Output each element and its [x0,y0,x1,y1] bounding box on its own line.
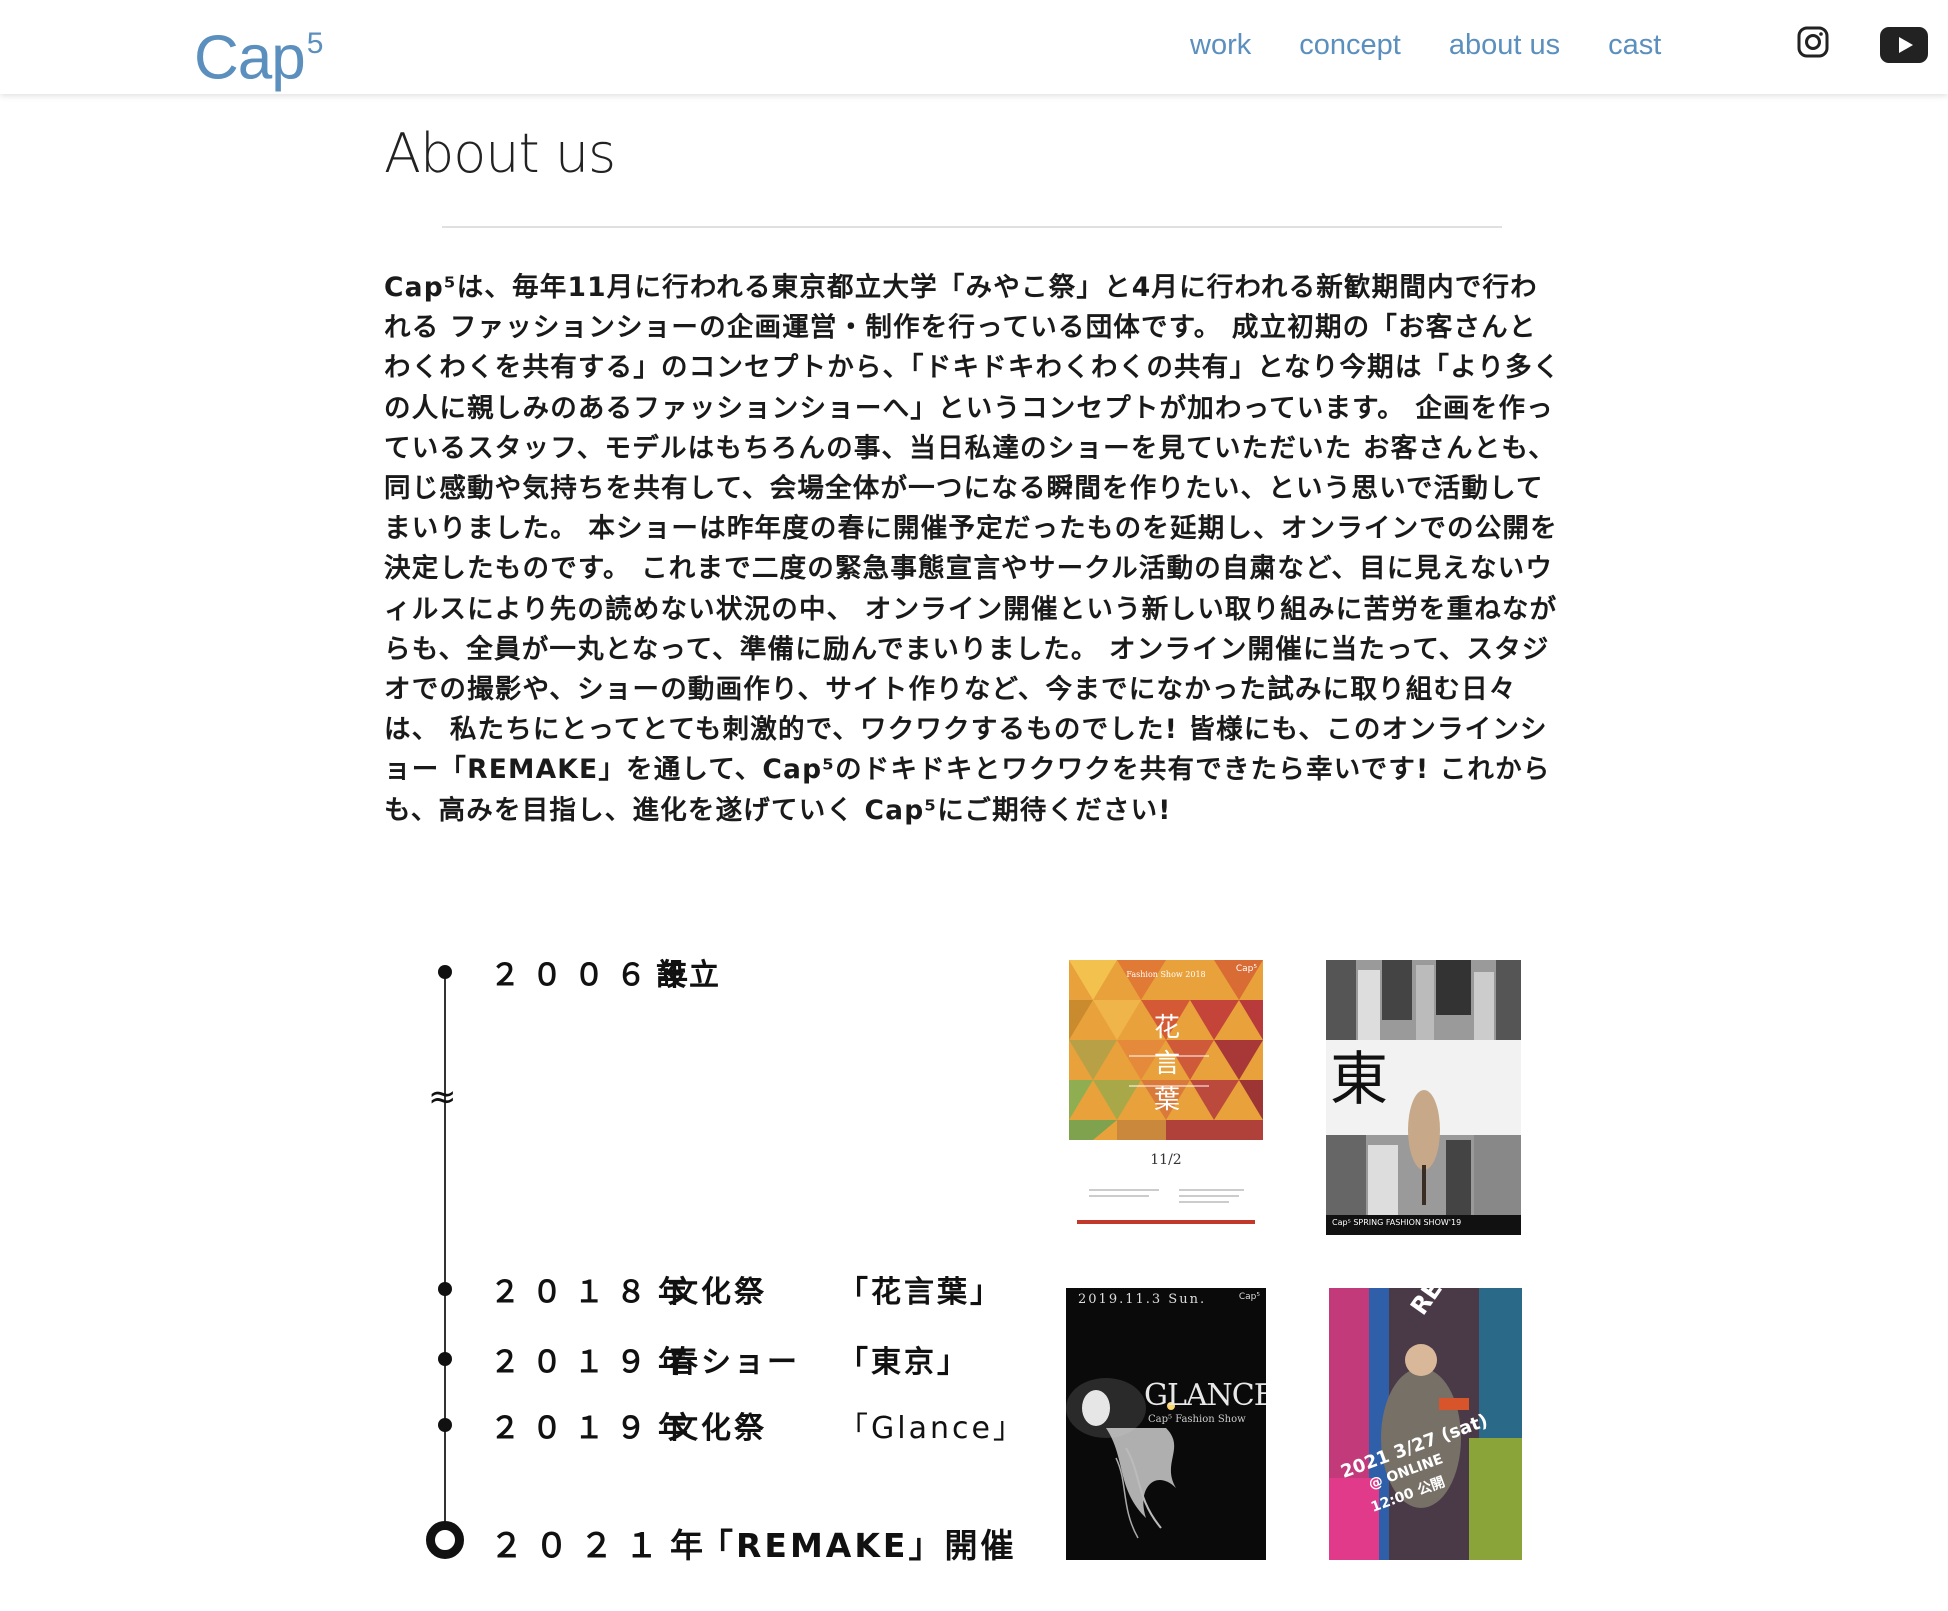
poster-caption: Cap⁵ Fashion Show [1148,1414,1246,1425]
poster-logo: Cap⁵ [1235,964,1257,974]
poster-title: 東 京 [1330,1045,1521,1113]
timeline-event: 設立 [656,958,722,993]
nav-work[interactable]: work [1190,26,1251,64]
youtube-icon[interactable] [1880,27,1928,63]
about-intro-text: Cap⁵は、毎年11月に行われる東京都立大学「みやこ祭」と4月に行われる新歓期間… [384,272,1561,826]
poster-glance[interactable]: 2019.11.3 Sun. Cap⁵ GLANCE Cap⁵ Fashion … [1066,1288,1266,1560]
site-header: Cap5 work concept about us cast [0,0,1948,94]
timeline-line [444,972,446,1538]
poster-date: 2019.11.3 Sun. [1078,1292,1207,1307]
nav-cast[interactable]: cast [1608,26,1661,64]
nav-about-us[interactable]: about us [1449,26,1560,64]
timeline-show-title: 「Glance」 [838,1411,1026,1446]
timeline-dot [438,1282,452,1296]
nav-concept[interactable]: concept [1299,26,1401,64]
logo-superscript: 5 [306,27,324,60]
timeline-dot [438,965,452,979]
main-nav: work concept about us cast [1190,26,1661,64]
poster-date: 11/2 [1150,1152,1182,1168]
timeline-event: 「REMAKE」開催 [700,1526,1017,1565]
logo-text: Cap [194,23,306,93]
poster-logo: Cap⁵ [1238,1292,1260,1302]
poster-tokyo[interactable]: 東 京 Cap⁵ SPRING FASHION SHOW'19 [1326,960,1521,1235]
timeline-current-marker [426,1521,464,1559]
site-logo[interactable]: Cap5 [194,10,324,97]
instagram-icon[interactable] [1797,26,1829,58]
poster-hanakotoba[interactable]: Fashion Show 2018 Cap⁵ 花 言 葉 11/2 [1069,960,1263,1228]
timeline-event: 春ショー [668,1345,800,1380]
poster-caption: Cap⁵ SPRING FASHION SHOW'19 [1332,1218,1462,1227]
timeline-gap-symbol: ≈ [428,1077,457,1117]
timeline-dot [438,1352,452,1366]
poster-remake[interactable]: REMAKE 2021 3/27 (sat) @ ONLINE 12:00 公開 [1329,1288,1522,1560]
timeline-dot [438,1418,452,1432]
timeline-event: 文化祭 [668,1411,767,1446]
poster-title: 花 言 葉 [1153,1013,1180,1115]
timeline-show-title: 「花言葉」 [838,1275,1003,1310]
poster-title: GLANCE [1144,1378,1266,1413]
timeline-event: 文化祭 [668,1275,767,1310]
timeline-year: ２０２１年 [490,1526,715,1565]
poster-caption: Fashion Show 2018 [1126,970,1206,979]
title-divider [442,226,1502,228]
timeline-show-title: 「東京」 [838,1345,970,1380]
page-title: About us [384,122,616,185]
